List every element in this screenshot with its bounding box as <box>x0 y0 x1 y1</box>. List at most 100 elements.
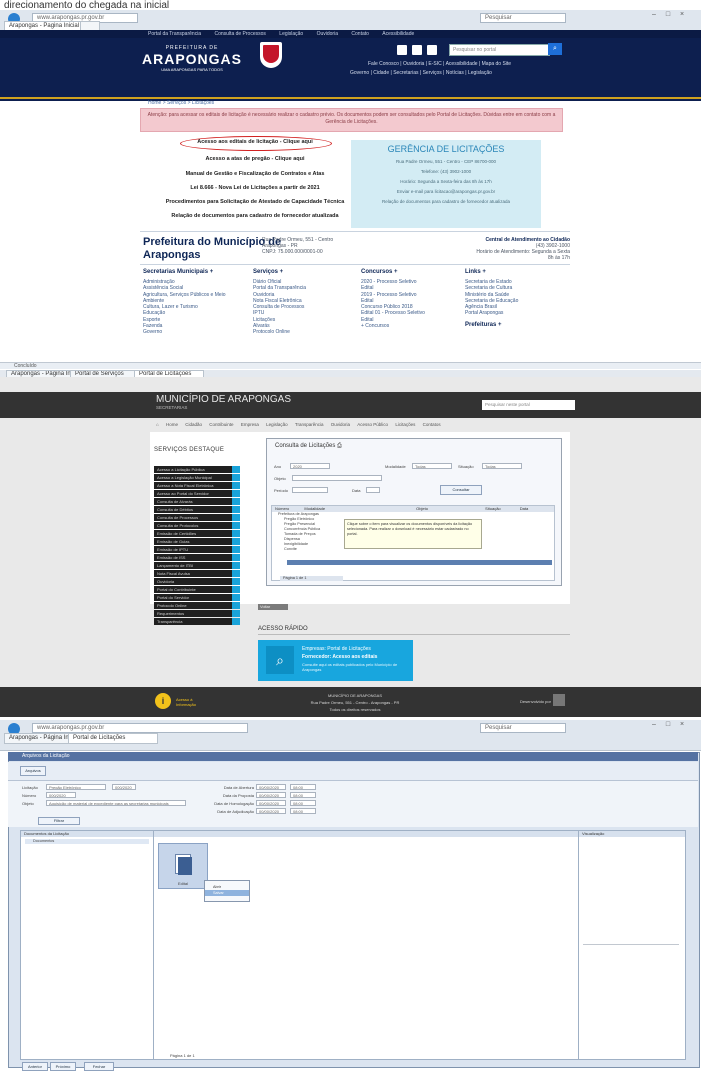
date-field[interactable]: 00/00/2020 <box>256 784 286 790</box>
link-atas[interactable]: Acesso a atas de pregão - Clique aqui <box>150 156 360 162</box>
browser-search-input[interactable]: Pesquisar <box>480 723 566 733</box>
service-button[interactable]: Emissão de ISS <box>154 554 240 561</box>
column-title[interactable]: Concursos + <box>361 269 461 275</box>
grid-col-header[interactable]: Data <box>520 506 528 511</box>
header-nav-link[interactable]: Notícias <box>446 70 464 76</box>
proximo-button[interactable]: Próximo <box>50 1062 76 1071</box>
column-link[interactable]: Governo <box>143 329 248 335</box>
topbar-link[interactable]: Contato <box>351 31 369 37</box>
numero-field[interactable]: 000/2020 <box>112 784 136 790</box>
nav-link[interactable]: Licitações <box>395 422 415 427</box>
grid-pager[interactable]: Página 1 de 1 <box>280 576 343 581</box>
ano-field[interactable]: 2020 <box>290 463 330 469</box>
date-field[interactable]: 00/00/2020 <box>256 800 286 806</box>
browser-search-input[interactable]: Pesquisar <box>480 13 566 23</box>
gerencia-line[interactable]: Enviar e-mail para licitacao@arapongas.p… <box>351 189 541 194</box>
nav-link[interactable]: Cidadão <box>185 422 202 427</box>
topbar-link[interactable]: Portal da Transparência <box>148 31 201 37</box>
header-nav-link[interactable]: Serviços <box>423 70 442 76</box>
grid-col-header[interactable]: Número <box>275 506 289 511</box>
nav-link[interactable]: Contatos <box>423 422 441 427</box>
window-controls[interactable]: – □ × <box>652 721 688 728</box>
column-title[interactable]: Links + <box>465 269 570 275</box>
address-bar[interactable]: www.arapongas.pr.gov.br <box>32 723 248 733</box>
nav-link[interactable]: Acesso Público <box>357 422 388 427</box>
service-button[interactable]: Nota Fiscal Avulsa <box>154 570 240 577</box>
objeto-field[interactable]: Aquisição de material de expediente para… <box>46 800 186 806</box>
service-button[interactable]: Lançamento de ITBI <box>154 562 240 569</box>
data-field[interactable] <box>366 487 380 493</box>
service-button[interactable]: Portal do Contribuinte <box>154 586 240 593</box>
window-controls[interactable]: – □ × <box>652 11 688 18</box>
search-icon[interactable]: ⌕ <box>548 43 562 55</box>
service-button[interactable]: Consulta de Processos <box>154 514 240 521</box>
consultar-button[interactable]: Consultar <box>440 485 482 495</box>
column-title[interactable]: Prefeituras + <box>465 322 570 328</box>
header-nav-link[interactable]: Governo <box>350 70 369 76</box>
header-nav-link[interactable]: Ouvidoria <box>403 61 424 67</box>
link-atestado[interactable]: Procedimentos para Solicitação de Atesta… <box>140 199 370 205</box>
column-link[interactable]: Portal Arapongas <box>465 310 570 316</box>
nav-home-icon[interactable]: ⌂ <box>156 422 159 427</box>
column-title[interactable]: Secretarias Municipais + <box>143 269 248 275</box>
column-link[interactable]: Protocolo Online <box>253 329 353 335</box>
licitacao-field[interactable]: Pregão Eletrônico <box>46 784 106 790</box>
service-button[interactable]: Acesso ao Portal do Servidor <box>154 490 240 497</box>
file-tile[interactable]: Edital <box>158 843 208 889</box>
breadcrumb[interactable]: Home > Serviços > Licitações <box>148 100 214 106</box>
browser-tab[interactable]: Portal de Licitações <box>68 733 158 744</box>
time-field[interactable]: 08:00 <box>290 808 316 814</box>
portal-title[interactable]: MUNICÍPIO DE ARAPONGAS <box>156 394 291 405</box>
header-nav-link[interactable]: E-SIC <box>428 61 441 67</box>
situacao-field[interactable]: Todas <box>482 463 522 469</box>
service-button[interactable]: Transparência <box>154 618 240 625</box>
menu-item-save[interactable]: Salvar <box>205 890 249 896</box>
service-button[interactable]: Acesso a Legislação Municipal <box>154 474 240 481</box>
topbar-link[interactable]: Legislação <box>279 31 303 37</box>
licitacoes-portal-card[interactable]: ⌕ Empresas: Portal de Licitações Fornece… <box>258 640 413 681</box>
grid-col-header[interactable]: Objeto <box>416 506 428 511</box>
files-pager[interactable]: Página 1 de 1 <box>170 1053 195 1058</box>
service-button[interactable]: Emissão de IPTU <box>154 546 240 553</box>
service-button[interactable]: Acesso a Licitação Pública <box>154 466 240 473</box>
service-button[interactable]: Emissão de Certidões <box>154 530 240 537</box>
header-nav-link[interactable]: Legislação <box>468 70 492 76</box>
instagram-icon[interactable] <box>412 45 422 55</box>
fechar-button[interactable]: Fechar <box>84 1062 114 1071</box>
time-field[interactable]: 08:00 <box>290 800 316 806</box>
service-button[interactable]: Ouvidoria <box>154 578 240 585</box>
nav-link[interactable]: Empresa <box>241 422 259 427</box>
header-nav-link[interactable]: Acessibilidade <box>446 61 478 67</box>
link-documentos[interactable]: Relação de documentos para cadastro de f… <box>140 213 370 219</box>
anterior-button[interactable]: Anterior <box>22 1062 48 1071</box>
service-button[interactable]: Requerimentos <box>154 610 240 617</box>
column-title[interactable]: Serviços + <box>253 269 353 275</box>
nav-link[interactable]: Home <box>166 422 178 427</box>
tab-arquivos[interactable]: Arquivos <box>20 766 46 776</box>
date-field[interactable]: 00/00/2020 <box>256 792 286 798</box>
service-button[interactable]: Protocolo Online <box>154 602 240 609</box>
topbar-link[interactable]: Ouvidoria <box>317 31 338 37</box>
print-icon[interactable]: ⎙ <box>337 443 342 449</box>
topbar-link[interactable]: Consulta de Processos <box>214 31 265 37</box>
gerencia-line[interactable]: Relação de documentos para cadastro de f… <box>351 199 541 204</box>
header-nav-link[interactable]: Fale Conosco <box>368 61 399 67</box>
header-search-input[interactable]: Pesquisar no portal <box>449 44 550 56</box>
filtrar-button[interactable]: Filtrar <box>38 817 80 825</box>
nav-link[interactable]: Legislação <box>266 422 288 427</box>
service-button[interactable]: Consulta de Alvarás <box>154 498 240 505</box>
facebook-icon[interactable] <box>397 45 407 55</box>
objeto-field[interactable] <box>292 475 382 481</box>
periodo-field[interactable] <box>292 487 328 493</box>
numero-display[interactable]: 000/2020 <box>46 792 76 798</box>
tree-item[interactable]: Documentos <box>25 839 149 844</box>
header-nav-link[interactable]: Mapa do Site <box>482 61 511 67</box>
portal-search-input[interactable]: Pesquisar neste portal <box>482 400 575 410</box>
grid-col-header[interactable]: Situação <box>485 506 501 511</box>
link-manual[interactable]: Manual de Gestão e Fiscalização de Contr… <box>150 171 360 177</box>
browser-tab[interactable]: Arapongas - Página Inicial <box>4 733 74 744</box>
nav-link[interactable]: Contribuinte <box>209 422 233 427</box>
service-button[interactable]: Emissão de Guias <box>154 538 240 545</box>
time-field[interactable]: 08:00 <box>290 784 316 790</box>
time-field[interactable]: 08:00 <box>290 792 316 798</box>
